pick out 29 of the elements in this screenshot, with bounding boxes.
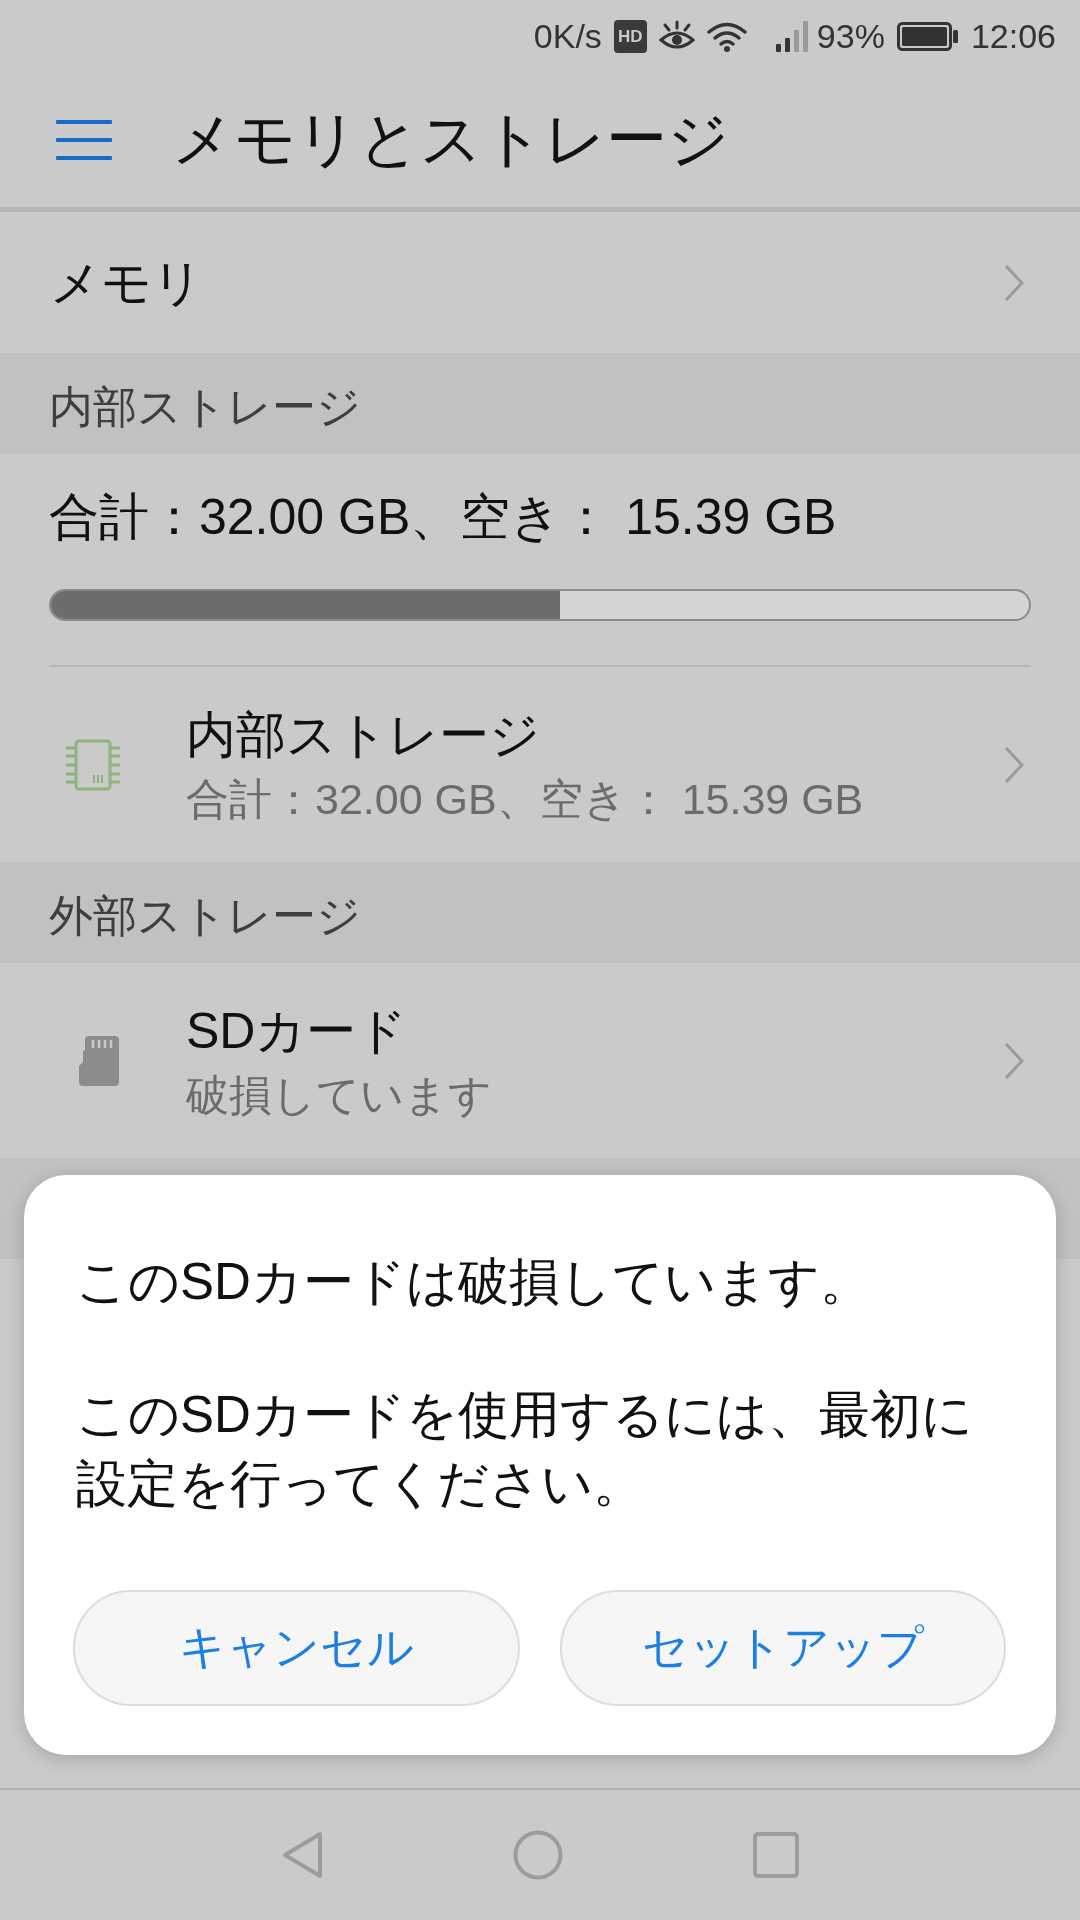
battery-icon xyxy=(896,21,959,51)
storage-subtitle: 破損しています xyxy=(186,1069,492,1121)
network-speed: 0K/s xyxy=(533,16,602,56)
section-header: 外部ストレージ xyxy=(0,862,1080,963)
storage-summary: 合計：32.00 GB、空き： 15.39 GB xyxy=(49,488,837,547)
dialog-button[interactable]: セットアップ xyxy=(559,1590,1006,1706)
storage-subtitle: 合計：32.00 GB、空き： 15.39 GB xyxy=(186,773,864,825)
clock-time: 12:06 xyxy=(970,16,1056,56)
dialog-detail: このSDカードを使用するには、最初に設定を行ってください。 xyxy=(76,1385,974,1514)
signal-icon xyxy=(774,20,811,52)
dialog-button[interactable]: キャンセル xyxy=(73,1590,520,1706)
recent-apps-button[interactable] xyxy=(753,1832,799,1878)
sd-card-icon xyxy=(79,1035,119,1086)
home-button[interactable] xyxy=(513,1830,563,1880)
chevron-right-icon xyxy=(1004,263,1024,302)
page-title: メモリとストレージ xyxy=(172,109,729,170)
memory-label: メモリ xyxy=(50,253,204,313)
section-header: 内部ストレージ xyxy=(0,353,1080,454)
memory-chip-icon xyxy=(65,738,121,791)
back-button[interactable] xyxy=(281,1831,323,1879)
dialog-message: このSDカードは破損しています。 xyxy=(76,1252,872,1312)
chevron-right-icon xyxy=(1004,745,1024,784)
hd-badge: HD xyxy=(613,19,647,53)
storage-title: SDカード xyxy=(186,1001,408,1061)
wifi-icon xyxy=(706,20,747,52)
chevron-right-icon xyxy=(1004,1041,1024,1080)
battery-percent: 93% xyxy=(816,16,885,56)
storage-title: 内部ストレージ xyxy=(186,705,540,765)
menu-button[interactable] xyxy=(56,119,112,160)
